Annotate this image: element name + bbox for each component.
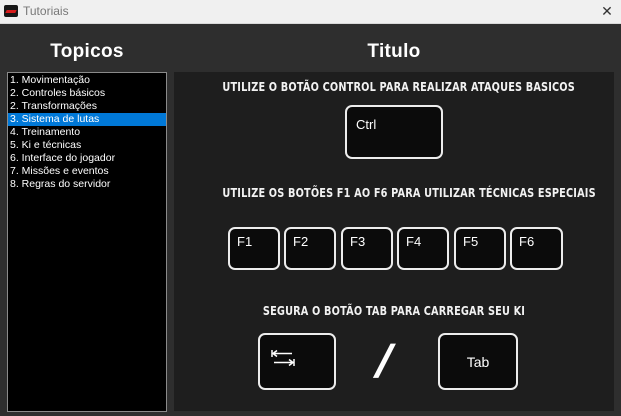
tab-key-label: Tab	[466, 353, 490, 370]
content-title: Titulo	[367, 41, 421, 62]
tab-key: Tab	[438, 333, 518, 390]
f1-key: F1	[228, 227, 280, 270]
topics-heading: Topicos	[50, 41, 124, 62]
f4-key-label: F4	[406, 234, 422, 249]
f5-key: F5	[454, 227, 506, 270]
key-separator: /	[369, 335, 400, 387]
close-button[interactable]: ✕	[593, 0, 621, 24]
tab-arrows-icon	[271, 349, 295, 367]
title-bar: Tutoriais ✕	[0, 0, 621, 24]
topic-item-ki-e-tecnicas[interactable]: 5. Ki e técnicas	[8, 139, 166, 152]
tab-key-icon-button	[258, 333, 336, 390]
topic-item-sistema-de-lutas[interactable]: 3. Sistema de lutas	[8, 113, 166, 126]
tutorial-content-panel: UTILIZE O BOTÃO CONTROL PARA REALIZAR AT…	[174, 72, 614, 411]
topic-item-movimentacao[interactable]: 1. Movimentação	[8, 74, 166, 87]
window-client-area: Topicos Titulo 1. Movimentação 2. Contro…	[0, 24, 621, 416]
window-title: Tutoriais	[23, 4, 69, 18]
ctrl-key-label: Ctrl	[356, 117, 377, 132]
topic-list[interactable]: 1. Movimentação 2. Controles básicos 2. …	[7, 72, 167, 412]
app-logo-icon	[4, 5, 18, 17]
topic-item-controles-basicos[interactable]: 2. Controles básicos	[8, 87, 166, 100]
ctrl-key: Ctrl	[345, 105, 443, 159]
topic-item-transformacoes[interactable]: 2. Transformações	[8, 100, 166, 113]
topic-item-missoes-e-eventos[interactable]: 7. Missões e eventos	[8, 165, 166, 178]
f6-key: F6	[510, 227, 563, 270]
f5-key-label: F5	[463, 234, 479, 249]
f6-key-label: F6	[519, 234, 535, 249]
topic-item-regras-do-servidor[interactable]: 8. Regras do servidor	[8, 178, 166, 191]
f4-key: F4	[397, 227, 449, 270]
f3-key-label: F3	[350, 234, 366, 249]
instruction-ctrl: UTILIZE O BOTÃO CONTROL PARA REALIZAR AT…	[222, 79, 575, 94]
instruction-function-keys: UTILIZE OS BOTÕES F1 AO F6 PARA UTILIZAR…	[222, 185, 596, 200]
f1-key-label: F1	[237, 234, 253, 249]
topic-item-interface-do-jogador[interactable]: 6. Interface do jogador	[8, 152, 166, 165]
f3-key: F3	[341, 227, 393, 270]
topic-item-treinamento[interactable]: 4. Treinamento	[8, 126, 166, 139]
instruction-tab: SEGURA O BOTÃO TAB PARA CARREGAR SEU KI	[262, 303, 526, 318]
f2-key: F2	[284, 227, 336, 270]
f2-key-label: F2	[293, 234, 309, 249]
